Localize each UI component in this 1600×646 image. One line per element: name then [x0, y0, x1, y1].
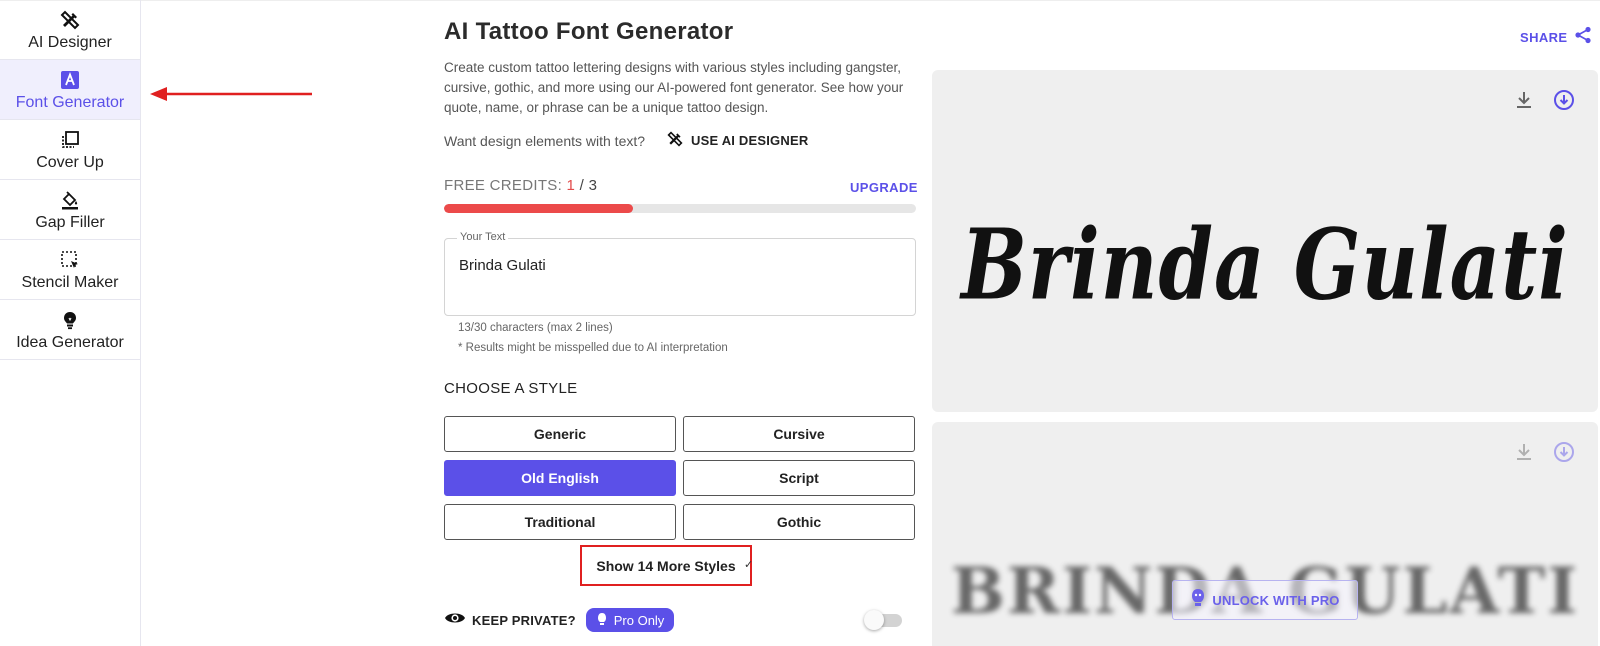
- style-cursive-button[interactable]: Cursive: [683, 416, 915, 452]
- sidebar-item-font-generator[interactable]: Font Generator: [0, 60, 140, 120]
- sidebar: AI Designer Font Generator Cover Up Gap …: [0, 0, 141, 646]
- your-text-value[interactable]: Brinda Gulati: [459, 257, 546, 274]
- pen-ruler-icon: [59, 9, 81, 31]
- sidebar-item-label: Font Generator: [15, 94, 125, 111]
- keep-private-toggle[interactable]: [864, 610, 904, 630]
- pro-only-label: Pro Only: [613, 612, 665, 628]
- credits-total: 3: [588, 177, 598, 194]
- choose-style-heading: CHOOSE A STYLE: [444, 380, 578, 397]
- result-card-2: BRINDA GULATI UNLOCK WITH PRO: [932, 422, 1598, 646]
- style-gothic-button[interactable]: Gothic: [683, 504, 915, 540]
- show-more-styles-label: Show 14 More Styles: [596, 557, 736, 574]
- layers-icon: [59, 129, 81, 151]
- your-text-field[interactable]: Your Text Brinda Gulati: [444, 231, 916, 316]
- keep-private-row: KEEP PRIVATE? Pro Only: [444, 608, 675, 632]
- paint-bucket-icon: [59, 189, 81, 211]
- sidebar-item-label: Stencil Maker: [21, 274, 119, 291]
- show-more-styles-button[interactable]: Show 14 More Styles: [580, 545, 752, 586]
- credits-separator: /: [575, 177, 589, 194]
- toggle-knob: [864, 610, 884, 630]
- download-circle-icon[interactable]: [1552, 440, 1576, 464]
- upgrade-link[interactable]: UPGRADE: [850, 180, 918, 195]
- result-card-actions: [1496, 88, 1576, 112]
- unlock-with-pro-label: UNLOCK WITH PRO: [1212, 592, 1340, 608]
- eye-icon: [444, 610, 466, 631]
- misspelling-note: * Results might be misspelled due to AI …: [458, 342, 728, 354]
- sidebar-item-idea-generator[interactable]: Idea Generator: [0, 300, 140, 360]
- sidebar-item-label: Idea Generator: [16, 334, 124, 351]
- generated-lettering: Brinda Gulati: [961, 208, 1569, 323]
- sidebar-item-gap-filler[interactable]: Gap Filler: [0, 180, 140, 240]
- pro-only-badge: Pro Only: [585, 608, 675, 632]
- style-old-english-button[interactable]: Old English: [444, 460, 676, 496]
- unlock-with-pro-button[interactable]: UNLOCK WITH PRO: [1172, 580, 1358, 620]
- page-description: Create custom tattoo lettering designs w…: [444, 60, 904, 115]
- use-ai-designer-label: USE AI DESIGNER: [691, 133, 809, 148]
- download-icon[interactable]: [1512, 440, 1536, 464]
- sidebar-item-label: AI Designer: [28, 34, 112, 51]
- pro-icon: [596, 612, 608, 629]
- download-circle-icon[interactable]: [1552, 88, 1576, 112]
- result-card-1: Brinda Gulati: [932, 70, 1598, 412]
- your-text-label: Your Text: [457, 231, 509, 243]
- share-icon: [1574, 26, 1592, 49]
- pro-icon: [1190, 588, 1206, 613]
- use-ai-designer-button[interactable]: USE AI DESIGNER: [659, 131, 808, 150]
- credits-label: FREE CREDITS: 1 / 3: [444, 177, 597, 194]
- download-icon[interactable]: [1512, 88, 1536, 112]
- credits-text: FREE CREDITS:: [444, 177, 567, 194]
- chevron-down-icon[interactable]: ✓: [744, 558, 753, 571]
- character-count: 13/30 characters (max 2 lines): [458, 322, 613, 334]
- design-elements-prompt: Want design elements with text?: [444, 132, 646, 149]
- result-card-actions: [1496, 440, 1576, 464]
- sidebar-item-label: Gap Filler: [35, 214, 105, 231]
- letter-a-icon: [59, 69, 81, 91]
- style-traditional-button[interactable]: Traditional: [444, 504, 676, 540]
- sidebar-item-cover-up[interactable]: Cover Up: [0, 120, 140, 180]
- style-script-button[interactable]: Script: [683, 460, 915, 496]
- selection-icon: [59, 249, 81, 271]
- design-elements-row: Want design elements with text? USE AI D…: [444, 131, 808, 150]
- credits-progress-fill: [444, 204, 633, 213]
- credits-progress-bar: [444, 204, 916, 213]
- sidebar-item-ai-designer[interactable]: AI Designer: [0, 0, 140, 60]
- credits-used: 1: [566, 177, 576, 194]
- style-generic-button[interactable]: Generic: [444, 416, 676, 452]
- share-button[interactable]: SHARE: [1520, 26, 1592, 49]
- pen-ruler-icon: [667, 131, 683, 150]
- lightbulb-icon: [59, 309, 81, 331]
- top-divider: [0, 0, 1600, 1]
- page-title: AI Tattoo Font Generator: [444, 18, 734, 45]
- sidebar-item-label: Cover Up: [36, 154, 104, 171]
- sidebar-item-stencil-maker[interactable]: Stencil Maker: [0, 240, 140, 300]
- keep-private-label: KEEP PRIVATE?: [472, 612, 576, 628]
- share-label: SHARE: [1520, 30, 1568, 45]
- annotation-arrow: [150, 87, 312, 101]
